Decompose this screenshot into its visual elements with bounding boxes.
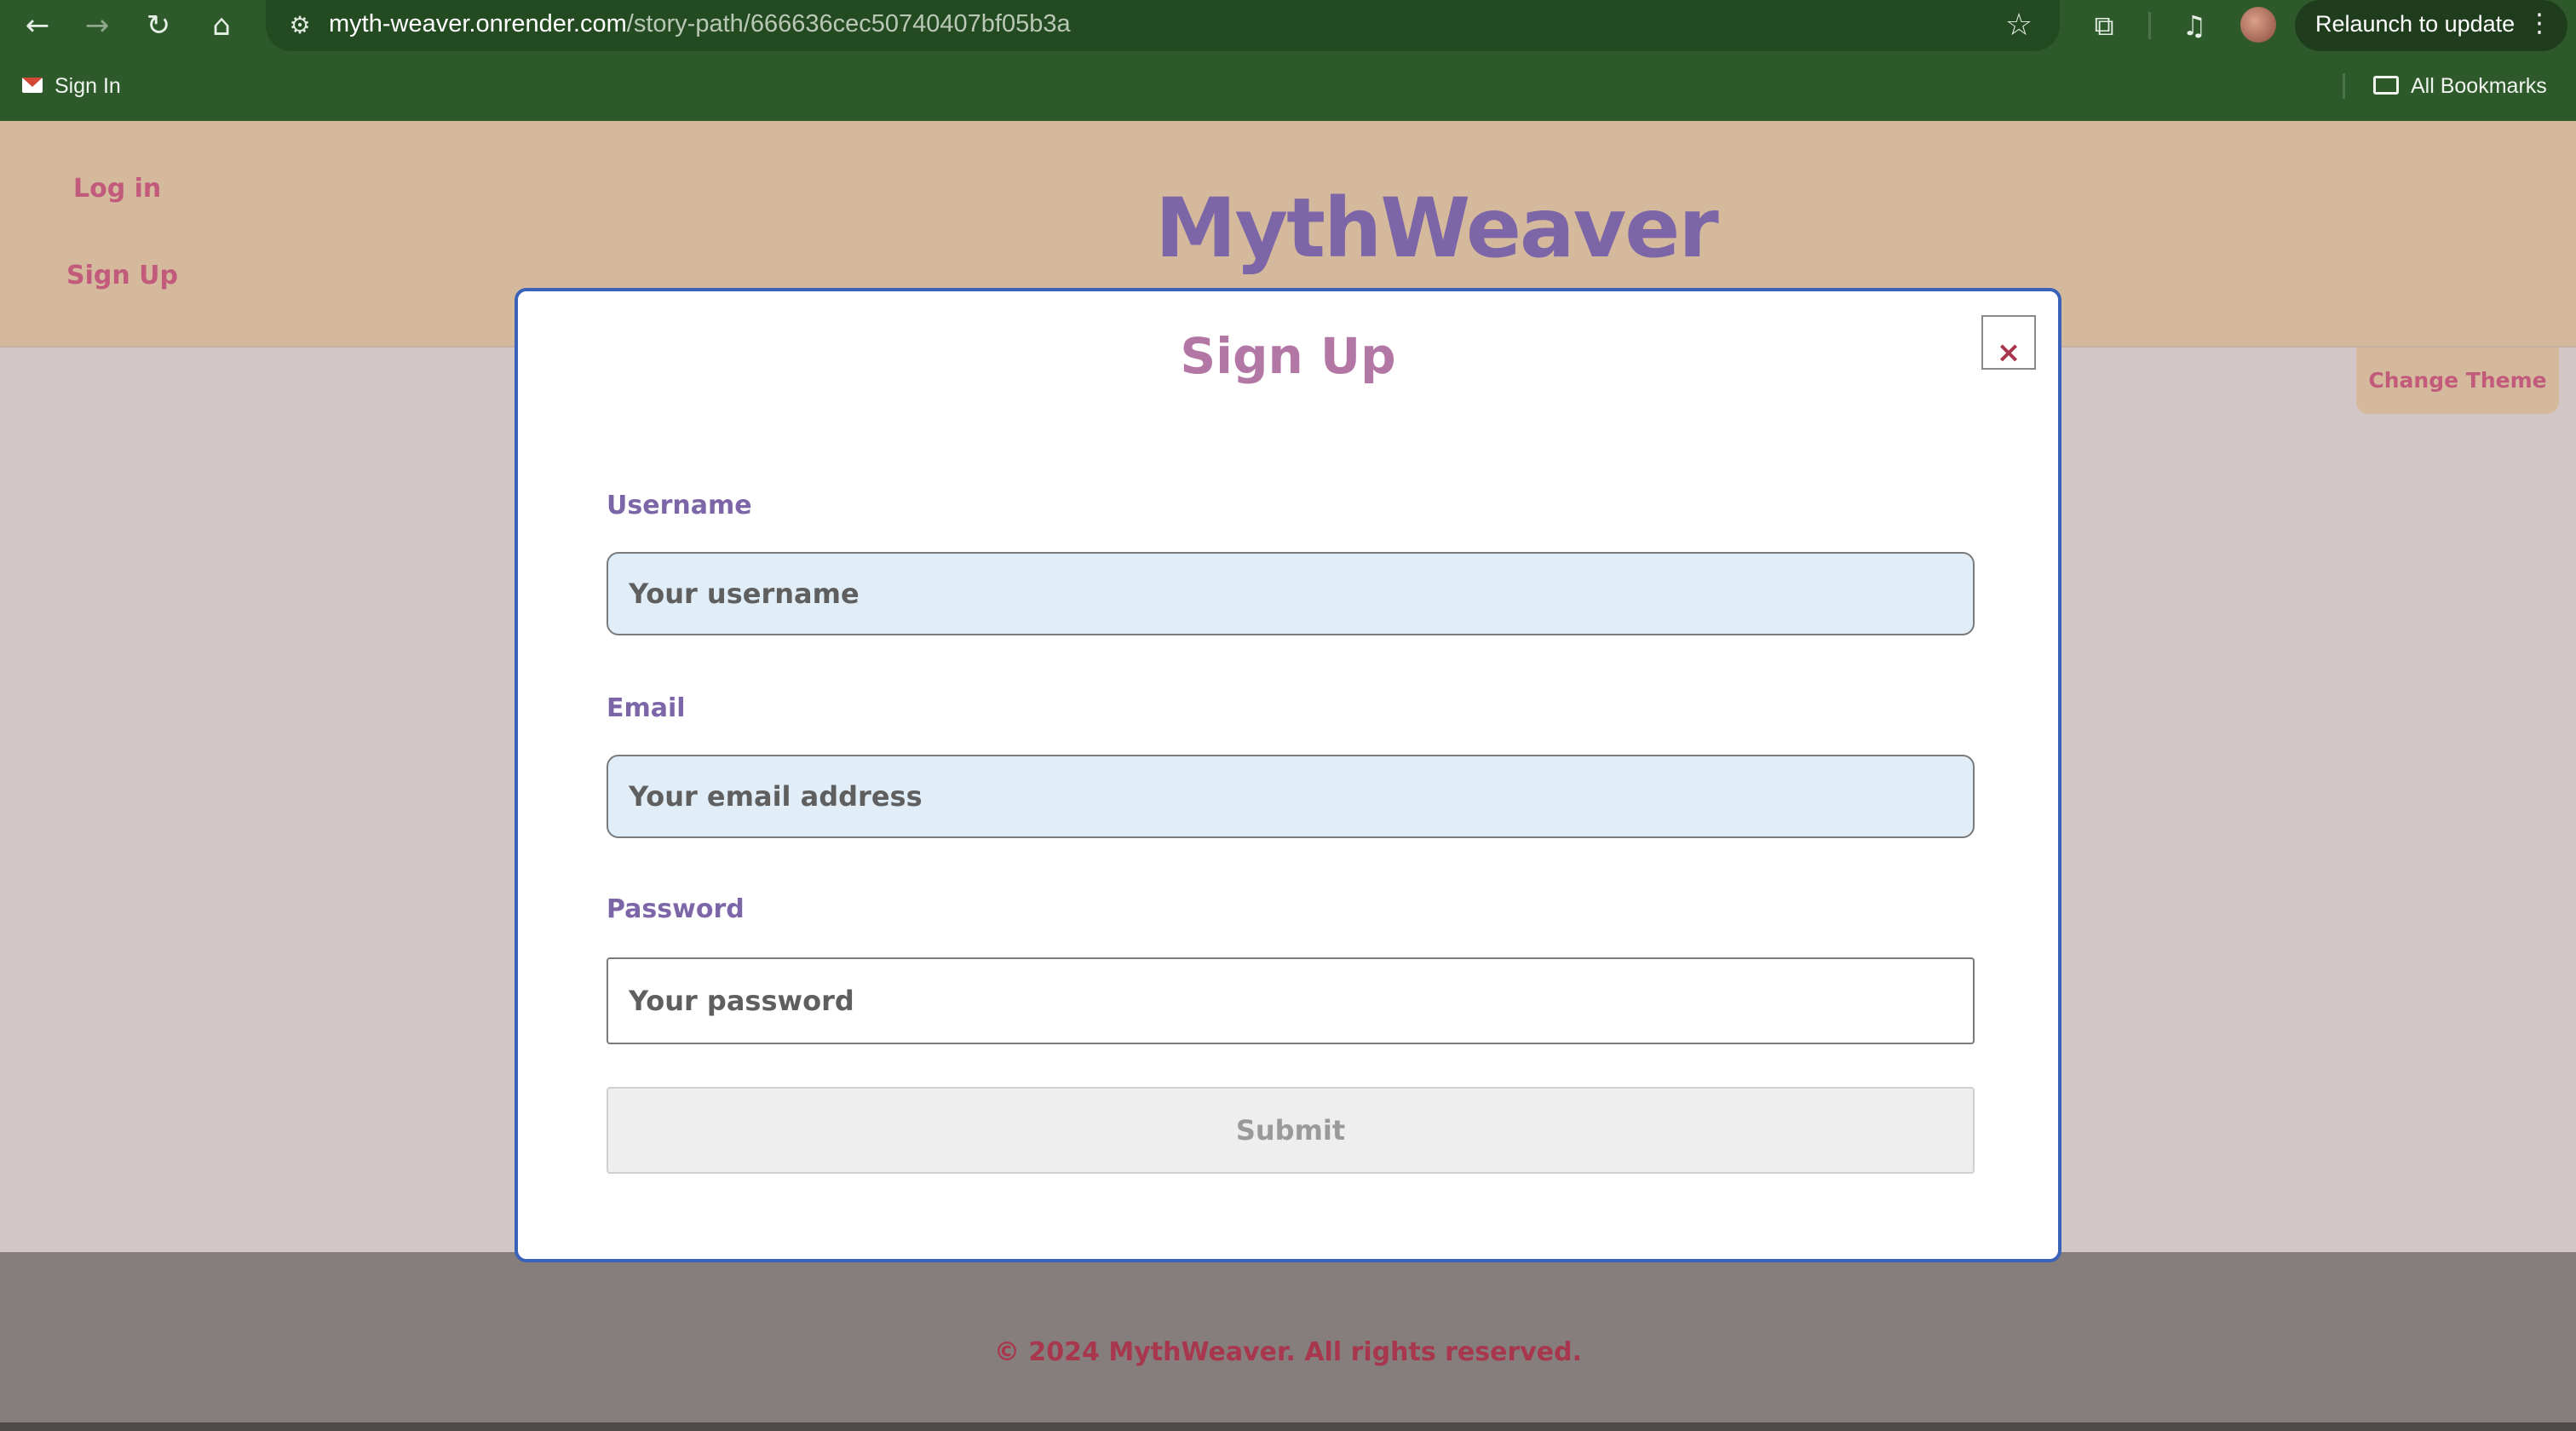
submit-button[interactable]: Submit — [607, 1087, 1975, 1174]
brand-title: MythWeaver — [1155, 181, 1719, 276]
nav-signup-link[interactable]: Sign Up — [66, 261, 178, 290]
bookmarks-divider — [2343, 73, 2345, 99]
close-icon: × — [1996, 336, 2021, 370]
change-theme-button[interactable]: Change Theme — [2356, 348, 2559, 414]
extensions-icon[interactable]: ⧉ — [2084, 5, 2125, 46]
address-bar[interactable]: ⚙ myth-weaver.onrender.com/story-path/66… — [266, 0, 2060, 51]
email-input[interactable] — [607, 755, 1975, 838]
bookmark-sign-in[interactable]: Sign In — [22, 66, 121, 106]
url-host: myth-weaver.onrender.com — [329, 10, 627, 37]
profile-avatar[interactable] — [2240, 7, 2276, 43]
all-bookmarks[interactable]: All Bookmarks — [2373, 66, 2547, 106]
url-path: /story-path/666636cec50740407bf05b3a — [626, 10, 1071, 37]
modal-title: Sign Up — [1180, 327, 1396, 385]
password-label: Password — [607, 894, 745, 924]
nav-login-link[interactable]: Log in — [73, 174, 161, 204]
password-input[interactable] — [607, 957, 1975, 1044]
folder-icon — [2373, 76, 2399, 95]
media-icon[interactable]: ♫ — [2174, 5, 2215, 46]
gmail-icon — [22, 78, 43, 94]
menu-dots-icon[interactable]: ⋮ — [2527, 0, 2552, 48]
url-text[interactable]: myth-weaver.onrender.com/story-path/6666… — [329, 10, 1071, 38]
reload-icon[interactable]: ↻ — [138, 5, 179, 46]
username-label: Username — [607, 491, 752, 520]
bottom-strip — [0, 1422, 2576, 1431]
close-button[interactable]: × — [1981, 315, 2036, 370]
bookmarks-bar: Sign In All Bookmarks — [0, 51, 2576, 121]
username-input[interactable] — [607, 552, 1975, 635]
forward-icon[interactable]: → — [77, 5, 118, 46]
bookmark-star-icon[interactable]: ☆ — [1998, 5, 2039, 46]
all-bookmarks-label: All Bookmarks — [2411, 74, 2547, 98]
bookmark-label: Sign In — [55, 74, 121, 98]
browser-toolbar: ← → ↻ ⌂ ⚙ myth-weaver.onrender.com/story… — [0, 0, 2576, 51]
site-settings-icon[interactable]: ⚙ — [281, 7, 319, 44]
relaunch-button[interactable]: Relaunch to update ⋮ — [2295, 0, 2567, 51]
relaunch-label: Relaunch to update — [2315, 11, 2516, 37]
email-label: Email — [607, 693, 686, 723]
footer-copyright: © 2024 MythWeaver. All rights reserved. — [993, 1337, 1583, 1367]
back-icon[interactable]: ← — [17, 5, 58, 46]
toolbar-divider — [2148, 12, 2151, 39]
signup-modal: Sign Up × Username Email Password Submit — [515, 288, 2061, 1262]
home-icon[interactable]: ⌂ — [201, 5, 242, 46]
